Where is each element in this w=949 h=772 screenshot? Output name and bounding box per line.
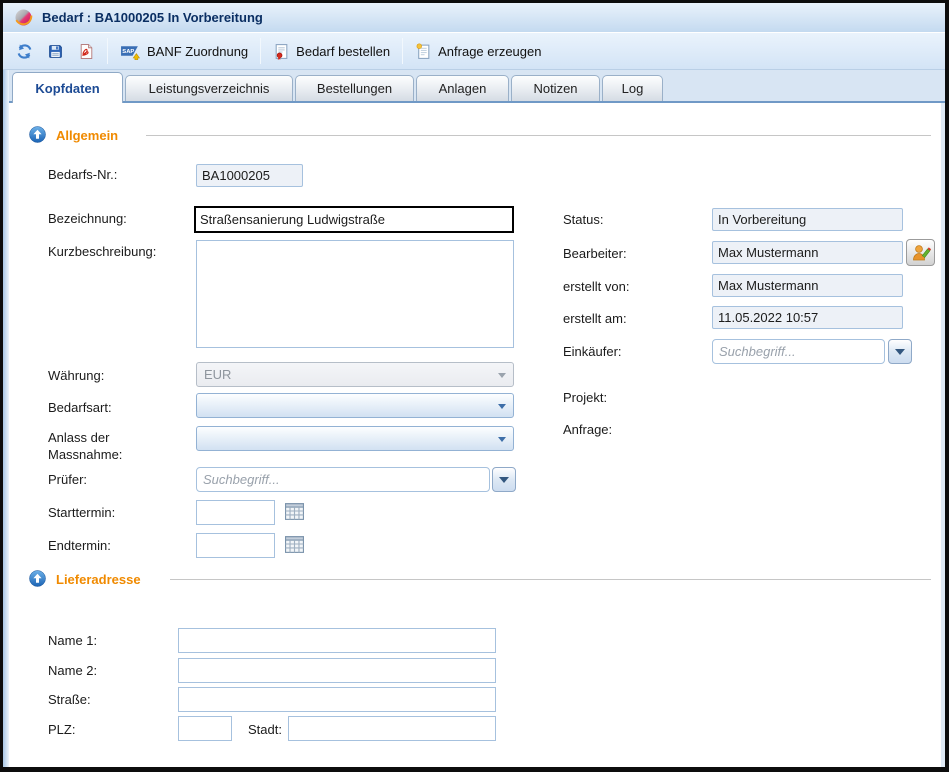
collapse-arrow-icon[interactable] <box>29 126 46 143</box>
einkaeufer-label: Einkäufer: <box>563 344 622 359</box>
status-label: Status: <box>563 212 603 227</box>
waehrung-label: Währung: <box>48 368 104 383</box>
endtermin-label: Endtermin: <box>48 538 111 553</box>
chevron-down-icon <box>498 437 506 446</box>
einkaeufer-dropdown-button[interactable] <box>888 339 912 364</box>
status-field <box>712 208 903 231</box>
toolbar-separator <box>402 38 403 64</box>
starttermin-input[interactable] <box>196 500 275 525</box>
endtermin-input[interactable] <box>196 533 275 558</box>
calendar-icon <box>285 535 304 553</box>
plz-input[interactable] <box>178 716 232 741</box>
pdf-export-icon <box>78 43 95 60</box>
bezeichnung-input[interactable] <box>194 206 514 233</box>
bedarfsart-value <box>197 394 513 402</box>
tab-leistungsverzeichnis[interactable]: Leistungsverzeichnis <box>125 75 293 101</box>
save-button[interactable] <box>40 37 71 65</box>
edit-bearbeiter-button[interactable] <box>906 239 935 266</box>
starttermin-label: Starttermin: <box>48 505 115 520</box>
erstellt-am-label: erstellt am: <box>563 311 627 326</box>
refresh-icon <box>16 43 33 60</box>
new-request-icon <box>415 43 432 60</box>
einkaeufer-combo-input[interactable] <box>712 339 885 364</box>
order-document-icon <box>273 43 290 60</box>
anlass-dropdown[interactable] <box>196 426 514 451</box>
tab-kopfdaten[interactable]: Kopfdaten <box>12 72 123 103</box>
tab-anlagen[interactable]: Anlagen <box>416 75 509 101</box>
chevron-down-icon <box>499 477 509 488</box>
tab-log[interactable]: Log <box>602 75 663 101</box>
waehrung-value: EUR <box>197 363 513 386</box>
section-allgemein: Allgemein <box>56 128 118 143</box>
strasse-label: Straße: <box>48 692 91 707</box>
app-logo-icon <box>14 8 33 27</box>
banf-zuordnung-label: BANF Zuordnung <box>147 44 248 59</box>
save-icon <box>47 43 64 60</box>
endtermin-calendar-button[interactable] <box>283 535 305 556</box>
chevron-down-icon <box>498 373 506 382</box>
bearbeiter-label: Bearbeiter: <box>563 246 627 261</box>
kurzbeschreibung-label: Kurzbeschreibung: <box>48 244 156 259</box>
sap-transfer-icon: SAP <box>120 43 141 60</box>
strasse-input[interactable] <box>178 687 496 712</box>
frame-strip-right <box>941 103 945 767</box>
plz-label: PLZ: <box>48 722 75 737</box>
calendar-icon <box>285 502 304 520</box>
bedarf-window: Bedarf : BA1000205 In Vorbereitung <box>0 0 949 772</box>
bedarf-bestellen-button[interactable]: Bedarf bestellen <box>266 37 397 65</box>
tab-underline <box>3 101 945 103</box>
anfrage-label: Anfrage: <box>563 422 612 437</box>
svg-text:SAP: SAP <box>122 49 134 55</box>
stadt-input[interactable] <box>288 716 496 741</box>
collapse-arrow-icon[interactable] <box>29 570 46 587</box>
pruefer-dropdown-button[interactable] <box>492 467 516 492</box>
anlass-value <box>197 427 513 435</box>
name1-label: Name 1: <box>48 633 97 648</box>
banf-zuordnung-button[interactable]: SAP BANF Zuordnung <box>113 37 255 65</box>
starttermin-calendar-button[interactable] <box>283 502 305 523</box>
edit-user-icon <box>911 243 931 263</box>
erstellt-von-field <box>712 274 903 297</box>
stadt-label: Stadt: <box>248 722 282 737</box>
refresh-button[interactable] <box>9 37 40 65</box>
waehrung-dropdown: EUR <box>196 362 514 387</box>
bedarfsart-dropdown[interactable] <box>196 393 514 418</box>
section-lieferadresse: Lieferadresse <box>56 572 141 587</box>
anlass-label-line1: Anlass der <box>48 430 109 445</box>
title-bar: Bedarf : BA1000205 In Vorbereitung <box>3 3 945 33</box>
bedarfsnr-field[interactable] <box>196 164 303 187</box>
bezeichnung-label: Bezeichnung: <box>48 211 127 226</box>
anfrage-erzeugen-button[interactable]: Anfrage erzeugen <box>408 37 548 65</box>
frame-strip-left <box>3 70 9 767</box>
erstellt-am-field <box>712 306 903 329</box>
bedarfsart-label: Bedarfsart: <box>48 400 112 415</box>
pruefer-label: Prüfer: <box>48 472 87 487</box>
pdf-export-button[interactable] <box>71 37 102 65</box>
toolbar-separator <box>107 38 108 64</box>
bedarf-bestellen-label: Bedarf bestellen <box>296 44 390 59</box>
erstellt-von-label: erstellt von: <box>563 279 629 294</box>
section-divider <box>170 579 931 580</box>
window-title: Bedarf : BA1000205 In Vorbereitung <box>42 10 263 25</box>
tab-bar: Kopfdaten Leistungsverzeichnis Bestellun… <box>3 70 945 103</box>
toolbar-separator <box>260 38 261 64</box>
chevron-down-icon <box>498 404 506 413</box>
anlass-label-line2: Massnahme: <box>48 447 122 462</box>
tab-bestellungen[interactable]: Bestellungen <box>295 75 414 101</box>
chevron-down-icon <box>895 349 905 360</box>
bedarfsnr-label: Bedarfs-Nr.: <box>48 167 117 182</box>
name2-input[interactable] <box>178 658 496 683</box>
section-divider <box>146 135 931 136</box>
name2-label: Name 2: <box>48 663 97 678</box>
pruefer-combo-input[interactable] <box>196 467 490 492</box>
anfrage-erzeugen-label: Anfrage erzeugen <box>438 44 541 59</box>
kurzbeschreibung-textarea[interactable] <box>196 240 514 348</box>
name1-input[interactable] <box>178 628 496 653</box>
tab-notizen[interactable]: Notizen <box>511 75 600 101</box>
bearbeiter-field <box>712 241 903 264</box>
projekt-label: Projekt: <box>563 390 607 405</box>
toolbar: SAP BANF Zuordnung Bedarf bestellen <box>3 33 945 70</box>
